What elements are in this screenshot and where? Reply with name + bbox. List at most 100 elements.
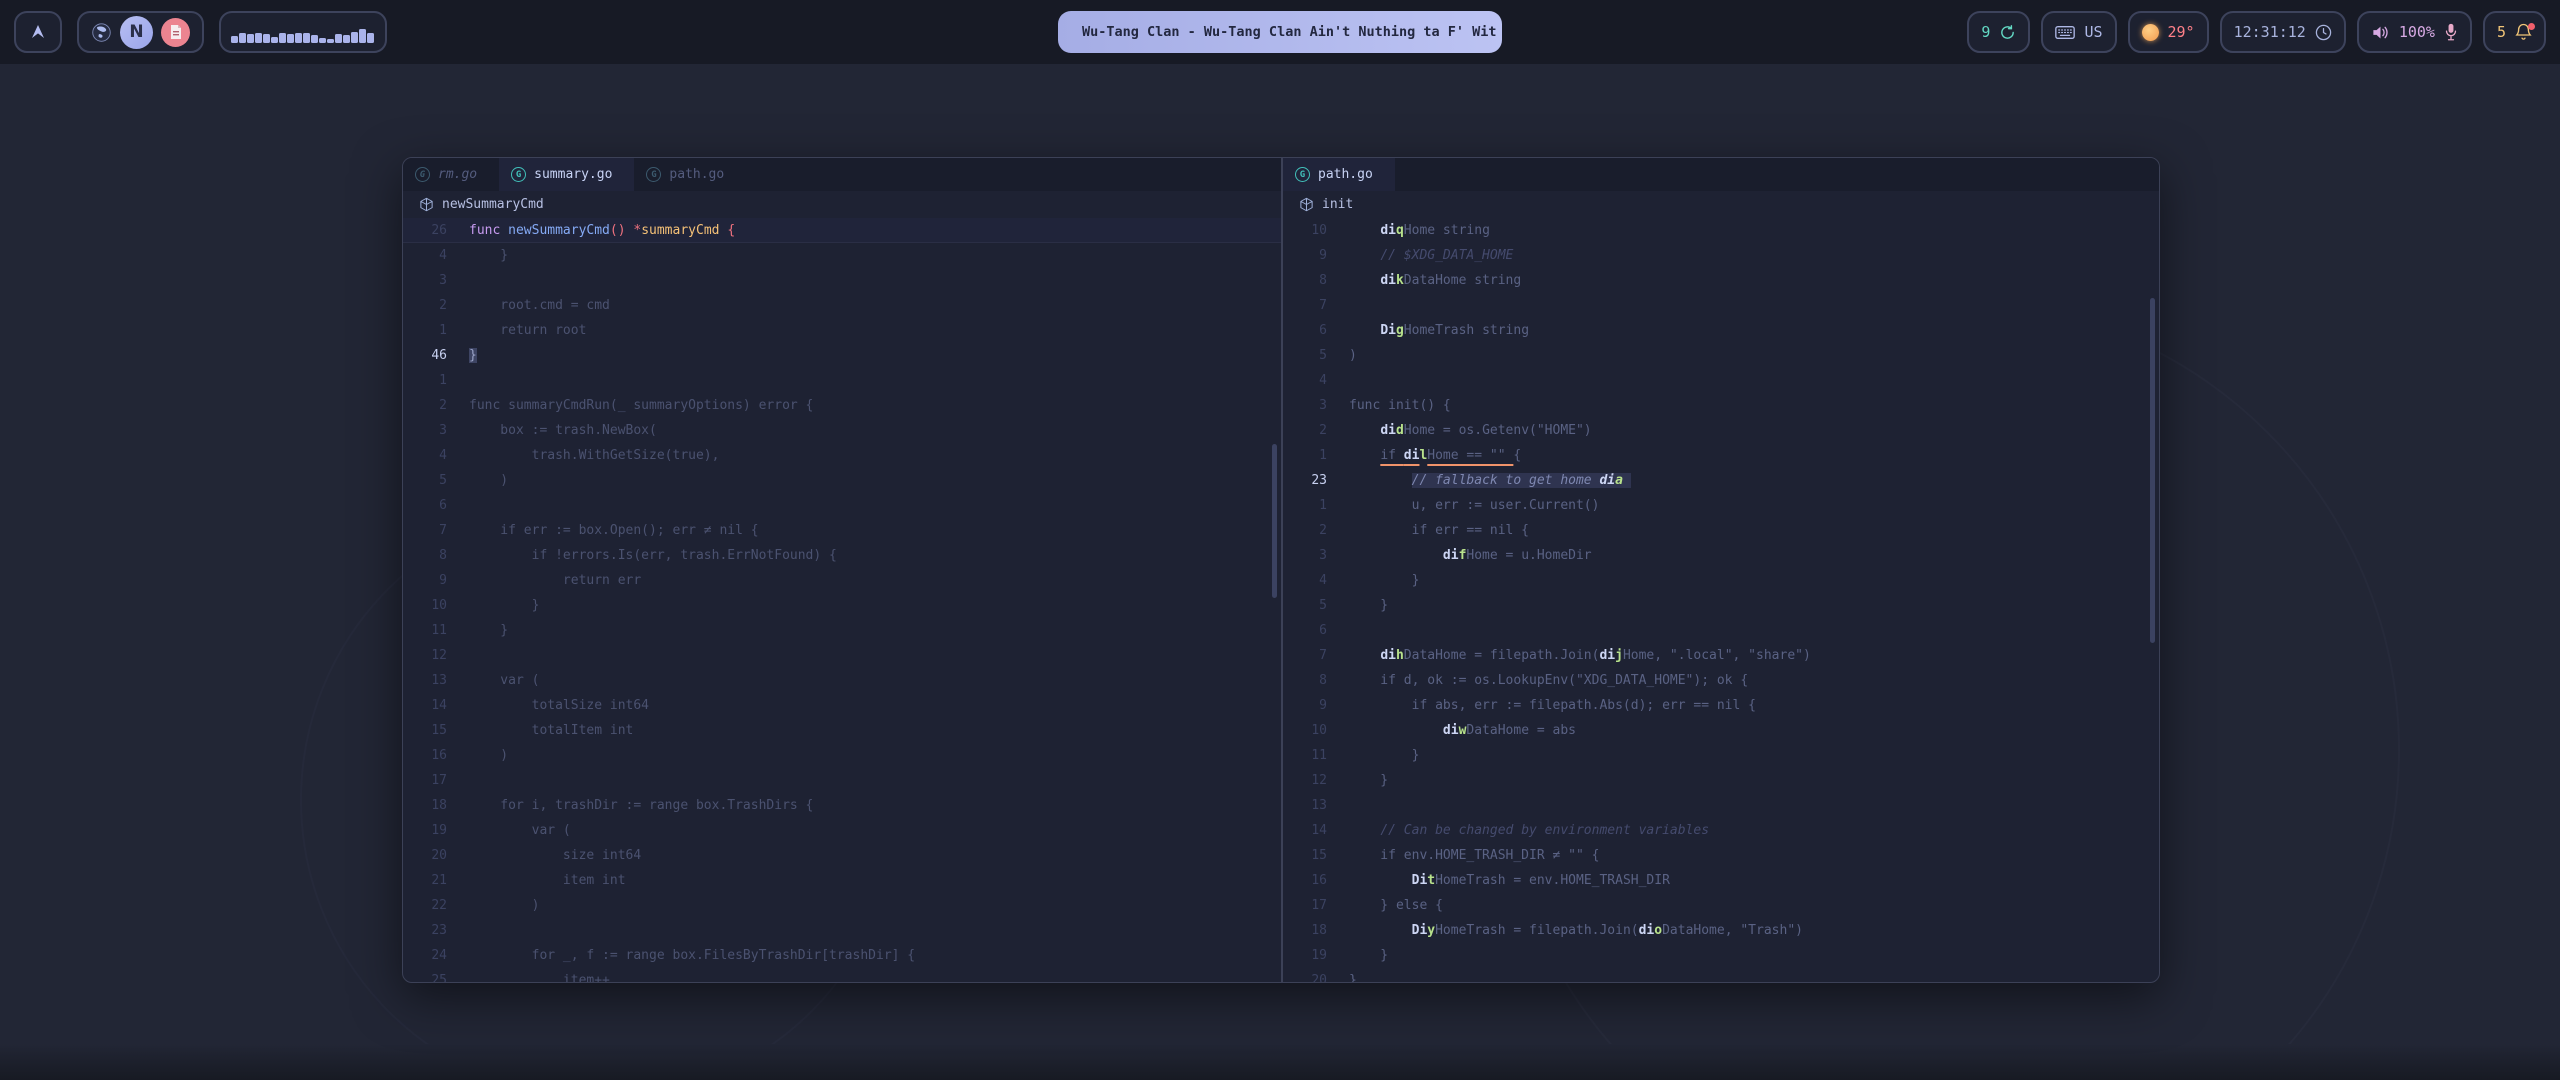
visualizer-bar bbox=[303, 33, 310, 43]
code-line: 2 if err == nil { bbox=[1283, 518, 2159, 543]
code-text: if !errors.Is(err, trash.ErrNotFound) { bbox=[469, 543, 837, 568]
code-text: DitHomeTrash = env.HOME_TRASH_DIR bbox=[1349, 868, 1670, 893]
line-number: 7 bbox=[403, 518, 447, 543]
code-line: 4 bbox=[1283, 368, 2159, 393]
browser-globe-icon[interactable] bbox=[91, 22, 112, 43]
tab-label: rm.go bbox=[438, 167, 477, 182]
code-line: 14 // Can be changed by environment vari… bbox=[1283, 818, 2159, 843]
bar-right-cluster: 9 US 29° 12:31:12 bbox=[1967, 11, 2546, 53]
code-text: func newSummaryCmd() *summaryCmd { bbox=[469, 218, 735, 242]
code-text: item int bbox=[469, 868, 626, 893]
line-number: 2 bbox=[403, 393, 447, 418]
code-line: 13 var ( bbox=[403, 668, 1281, 693]
code-line: 3func init() { bbox=[1283, 393, 2159, 418]
editor-pane-left: G rm.go G summary.go G path.go newSummar… bbox=[403, 158, 1281, 982]
line-number: 17 bbox=[1283, 893, 1327, 918]
n-app-icon[interactable]: N bbox=[120, 16, 153, 49]
code-line: 25 item++ bbox=[403, 968, 1281, 982]
line-number: 4 bbox=[1283, 368, 1327, 393]
right-code-area[interactable]: 10 diqHome string9 // $XDG_DATA_HOME8 di… bbox=[1283, 218, 2159, 982]
line-number: 9 bbox=[1283, 243, 1327, 268]
line-number: 3 bbox=[1283, 543, 1327, 568]
code-line: 2 root.cmd = cmd bbox=[403, 293, 1281, 318]
line-number: 7 bbox=[1283, 643, 1327, 668]
clock-widget[interactable]: 12:31:12 bbox=[2220, 11, 2346, 53]
code-line: 19 var ( bbox=[403, 818, 1281, 843]
microphone-icon bbox=[2444, 23, 2458, 41]
updates-widget[interactable]: 9 bbox=[1967, 11, 2030, 53]
code-line: 46} bbox=[403, 343, 1281, 368]
app-launcher-button[interactable] bbox=[14, 11, 62, 53]
left-code-area[interactable]: 26func newSummaryCmd() *summaryCmd {4 }3… bbox=[403, 218, 1281, 982]
code-line: 6 bbox=[1283, 618, 2159, 643]
code-line: 7 bbox=[1283, 293, 2159, 318]
volume-widget[interactable]: 100% bbox=[2357, 11, 2472, 53]
code-text: root.cmd = cmd bbox=[469, 293, 610, 318]
line-number: 15 bbox=[403, 718, 447, 743]
line-number: 10 bbox=[403, 593, 447, 618]
visualizer-bar bbox=[367, 33, 374, 43]
line-number: 6 bbox=[403, 493, 447, 518]
left-scrollbar-thumb[interactable] bbox=[1272, 444, 1277, 598]
code-line: 3 bbox=[403, 268, 1281, 293]
line-number: 26 bbox=[403, 218, 447, 242]
now-playing-widget[interactable]: Wu-Tang Clan - Wu-Tang Clan Ain't Nuthin… bbox=[1058, 11, 1502, 53]
keyboard-layout-widget[interactable]: US bbox=[2041, 11, 2116, 53]
code-line: 9 // $XDG_DATA_HOME bbox=[1283, 243, 2159, 268]
code-line: 17 bbox=[403, 768, 1281, 793]
code-text: } bbox=[1349, 768, 1388, 793]
code-text: dikDataHome string bbox=[1349, 268, 1521, 293]
code-text: // fallback to get home dia bbox=[1349, 468, 1631, 493]
code-text: // $XDG_DATA_HOME bbox=[1349, 243, 1513, 268]
code-line: 1 if dilHome == "" { bbox=[1283, 443, 2159, 468]
code-line: 18 DiyHomeTrash = filepath.Join(dioDataH… bbox=[1283, 918, 2159, 943]
line-number: 21 bbox=[403, 868, 447, 893]
code-text: DigHomeTrash string bbox=[1349, 318, 1529, 343]
document-app-icon[interactable] bbox=[161, 18, 190, 47]
tab-path-go[interactable]: G path.go bbox=[1283, 158, 1395, 191]
line-number: 3 bbox=[403, 418, 447, 443]
tab-path-go-left[interactable]: G path.go bbox=[634, 158, 746, 191]
document-icon bbox=[169, 24, 183, 40]
volume-level: 100% bbox=[2399, 23, 2435, 41]
line-number: 9 bbox=[403, 568, 447, 593]
code-line: 1 return root bbox=[403, 318, 1281, 343]
line-number: 4 bbox=[403, 243, 447, 268]
line-number: 5 bbox=[403, 468, 447, 493]
code-text: size int64 bbox=[469, 843, 641, 868]
code-line: 3 box := trash.NewBox( bbox=[403, 418, 1281, 443]
desktop-bottom-shade bbox=[0, 1044, 2560, 1080]
weather-widget[interactable]: 29° bbox=[2128, 11, 2209, 53]
code-line: 20} bbox=[1283, 968, 2159, 982]
code-text: } bbox=[469, 343, 477, 368]
symbol-cube-icon bbox=[419, 197, 434, 212]
right-scrollbar-thumb[interactable] bbox=[2150, 298, 2155, 643]
tab-rm-go[interactable]: G rm.go bbox=[403, 158, 499, 191]
line-number: 8 bbox=[1283, 268, 1327, 293]
notifications-widget[interactable]: 5 bbox=[2483, 11, 2546, 53]
code-text: // Can be changed by environment variabl… bbox=[1349, 818, 1709, 843]
code-line: 24 for _, f := range box.FilesByTrashDir… bbox=[403, 943, 1281, 968]
line-number: 23 bbox=[1283, 468, 1327, 493]
breadcrumb-symbol: init bbox=[1322, 197, 1353, 212]
code-text: } bbox=[469, 618, 508, 643]
code-line: 3 difHome = u.HomeDir bbox=[1283, 543, 2159, 568]
code-line: 19 } bbox=[1283, 943, 2159, 968]
code-text: } bbox=[1349, 943, 1388, 968]
code-text: u, err := user.Current() bbox=[1349, 493, 1599, 518]
visualizer-bar bbox=[351, 32, 358, 43]
code-line: 5 } bbox=[1283, 593, 2159, 618]
go-file-icon: G bbox=[646, 167, 661, 182]
code-line: 12 bbox=[403, 643, 1281, 668]
line-number: 20 bbox=[1283, 968, 1327, 982]
line-number: 25 bbox=[403, 968, 447, 982]
speaker-icon bbox=[2371, 24, 2390, 41]
code-text: DiyHomeTrash = filepath.Join(dioDataHome… bbox=[1349, 918, 1803, 943]
code-text: totalItem int bbox=[469, 718, 633, 743]
code-line: 26 func newSummaryCmd() *summaryCmd { bbox=[403, 218, 1281, 243]
code-line: 10 } bbox=[403, 593, 1281, 618]
tab-label: path.go bbox=[669, 167, 724, 182]
line-number: 10 bbox=[1283, 718, 1327, 743]
tab-summary-go[interactable]: G summary.go bbox=[499, 158, 634, 191]
code-line: 4 } bbox=[1283, 568, 2159, 593]
